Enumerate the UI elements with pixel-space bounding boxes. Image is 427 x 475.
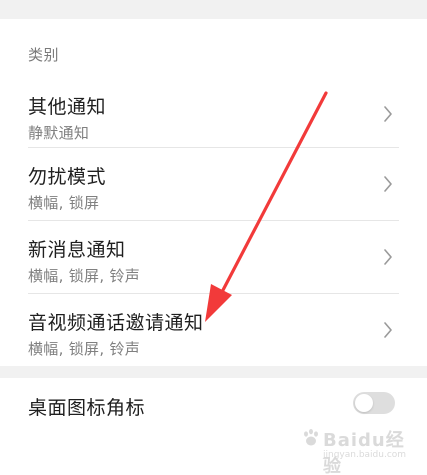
desktop-icon-badge-label: 桌面图标角标 [28,397,146,419]
category-item-subtitle: 横幅, 锁屏 [28,194,100,212]
section-gap [0,366,427,378]
desktop-icon-badge-toggle[interactable] [353,392,395,414]
chevron-right-icon [384,106,392,122]
category-item-new-message[interactable]: 新消息通知 横幅, 锁屏, 铃声 [0,221,427,293]
category-item-title: 音视频通话邀请通知 [28,312,204,334]
category-item-title: 新消息通知 [28,239,126,261]
top-section-gap [0,0,427,18]
toggle-knob [355,394,373,412]
category-item-av-call-invite[interactable]: 音视频通话邀请通知 横幅, 锁屏, 铃声 [0,294,427,366]
watermark-url: jingyan.baidu.com [323,450,407,460]
category-item-other-notifications[interactable]: 其他通知 静默通知 [0,78,427,150]
card-top-rule [0,18,427,19]
chevron-right-icon [384,249,392,265]
category-item-do-not-disturb[interactable]: 勿扰模式 横幅, 锁屏 [0,148,427,220]
category-item-subtitle: 静默通知 [28,124,90,142]
category-item-title: 勿扰模式 [28,166,107,188]
category-item-title: 其他通知 [28,96,107,118]
chevron-right-icon [384,322,392,338]
chevron-right-icon [384,176,392,192]
category-item-subtitle: 横幅, 锁屏, 铃声 [28,340,141,358]
category-item-subtitle: 横幅, 锁屏, 铃声 [28,267,141,285]
paw-logo-icon [304,429,318,446]
notification-settings-screen: 类别 其他通知 静默通知 勿扰模式 横幅, 锁屏 新消息通知 横幅, 锁屏, 铃… [0,0,427,475]
category-section-label: 类别 [28,46,60,64]
baidu-jingyan-watermark: Baidu经验 jingyan.baidu.com [301,424,413,475]
